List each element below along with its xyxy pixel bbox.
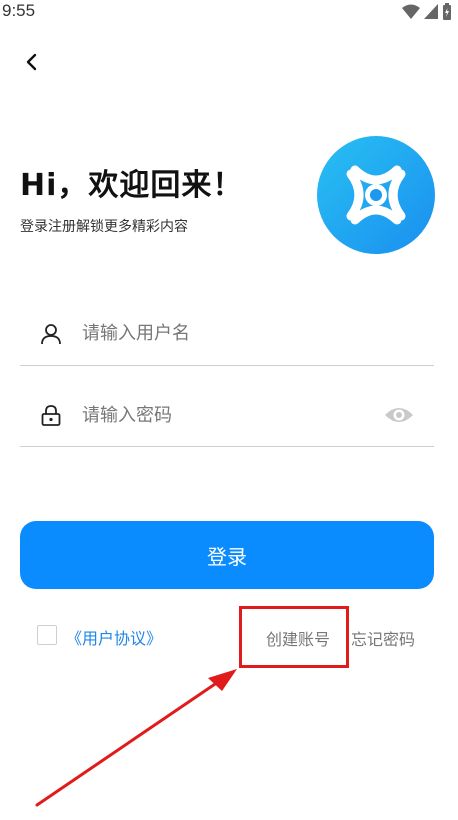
status-bar: 9:55: [0, 0, 458, 26]
back-arrow-icon: [26, 53, 37, 71]
app-logo: [317, 136, 435, 254]
page-title: Hi，欢迎回来！: [20, 168, 244, 203]
username-field[interactable]: 请输入用户名: [20, 283, 434, 366]
user-icon: [41, 324, 61, 345]
agreement-link[interactable]: 《用户协议》: [66, 625, 162, 649]
page-subtitle: 登录注册解锁更多精彩内容: [20, 219, 188, 235]
back-button[interactable]: [18, 48, 46, 76]
battery-icon: [443, 3, 451, 20]
wifi-icon: [402, 4, 420, 19]
login-button[interactable]: 登录: [20, 521, 434, 589]
lock-icon: [41, 405, 61, 426]
highlight-box: [239, 606, 349, 668]
signal-icon: [424, 4, 438, 19]
agreement-checkbox[interactable]: [37, 625, 57, 645]
password-field[interactable]: 请输入密码: [20, 364, 434, 447]
eye-icon[interactable]: [384, 404, 414, 426]
app-logo-icon: [346, 165, 406, 225]
password-placeholder: 请输入密码: [82, 405, 172, 426]
username-placeholder: 请输入用户名: [82, 323, 190, 344]
forgot-password-link[interactable]: 忘记密码: [351, 626, 415, 650]
status-time: 9:55: [2, 1, 36, 20]
status-icons: [402, 3, 452, 21]
